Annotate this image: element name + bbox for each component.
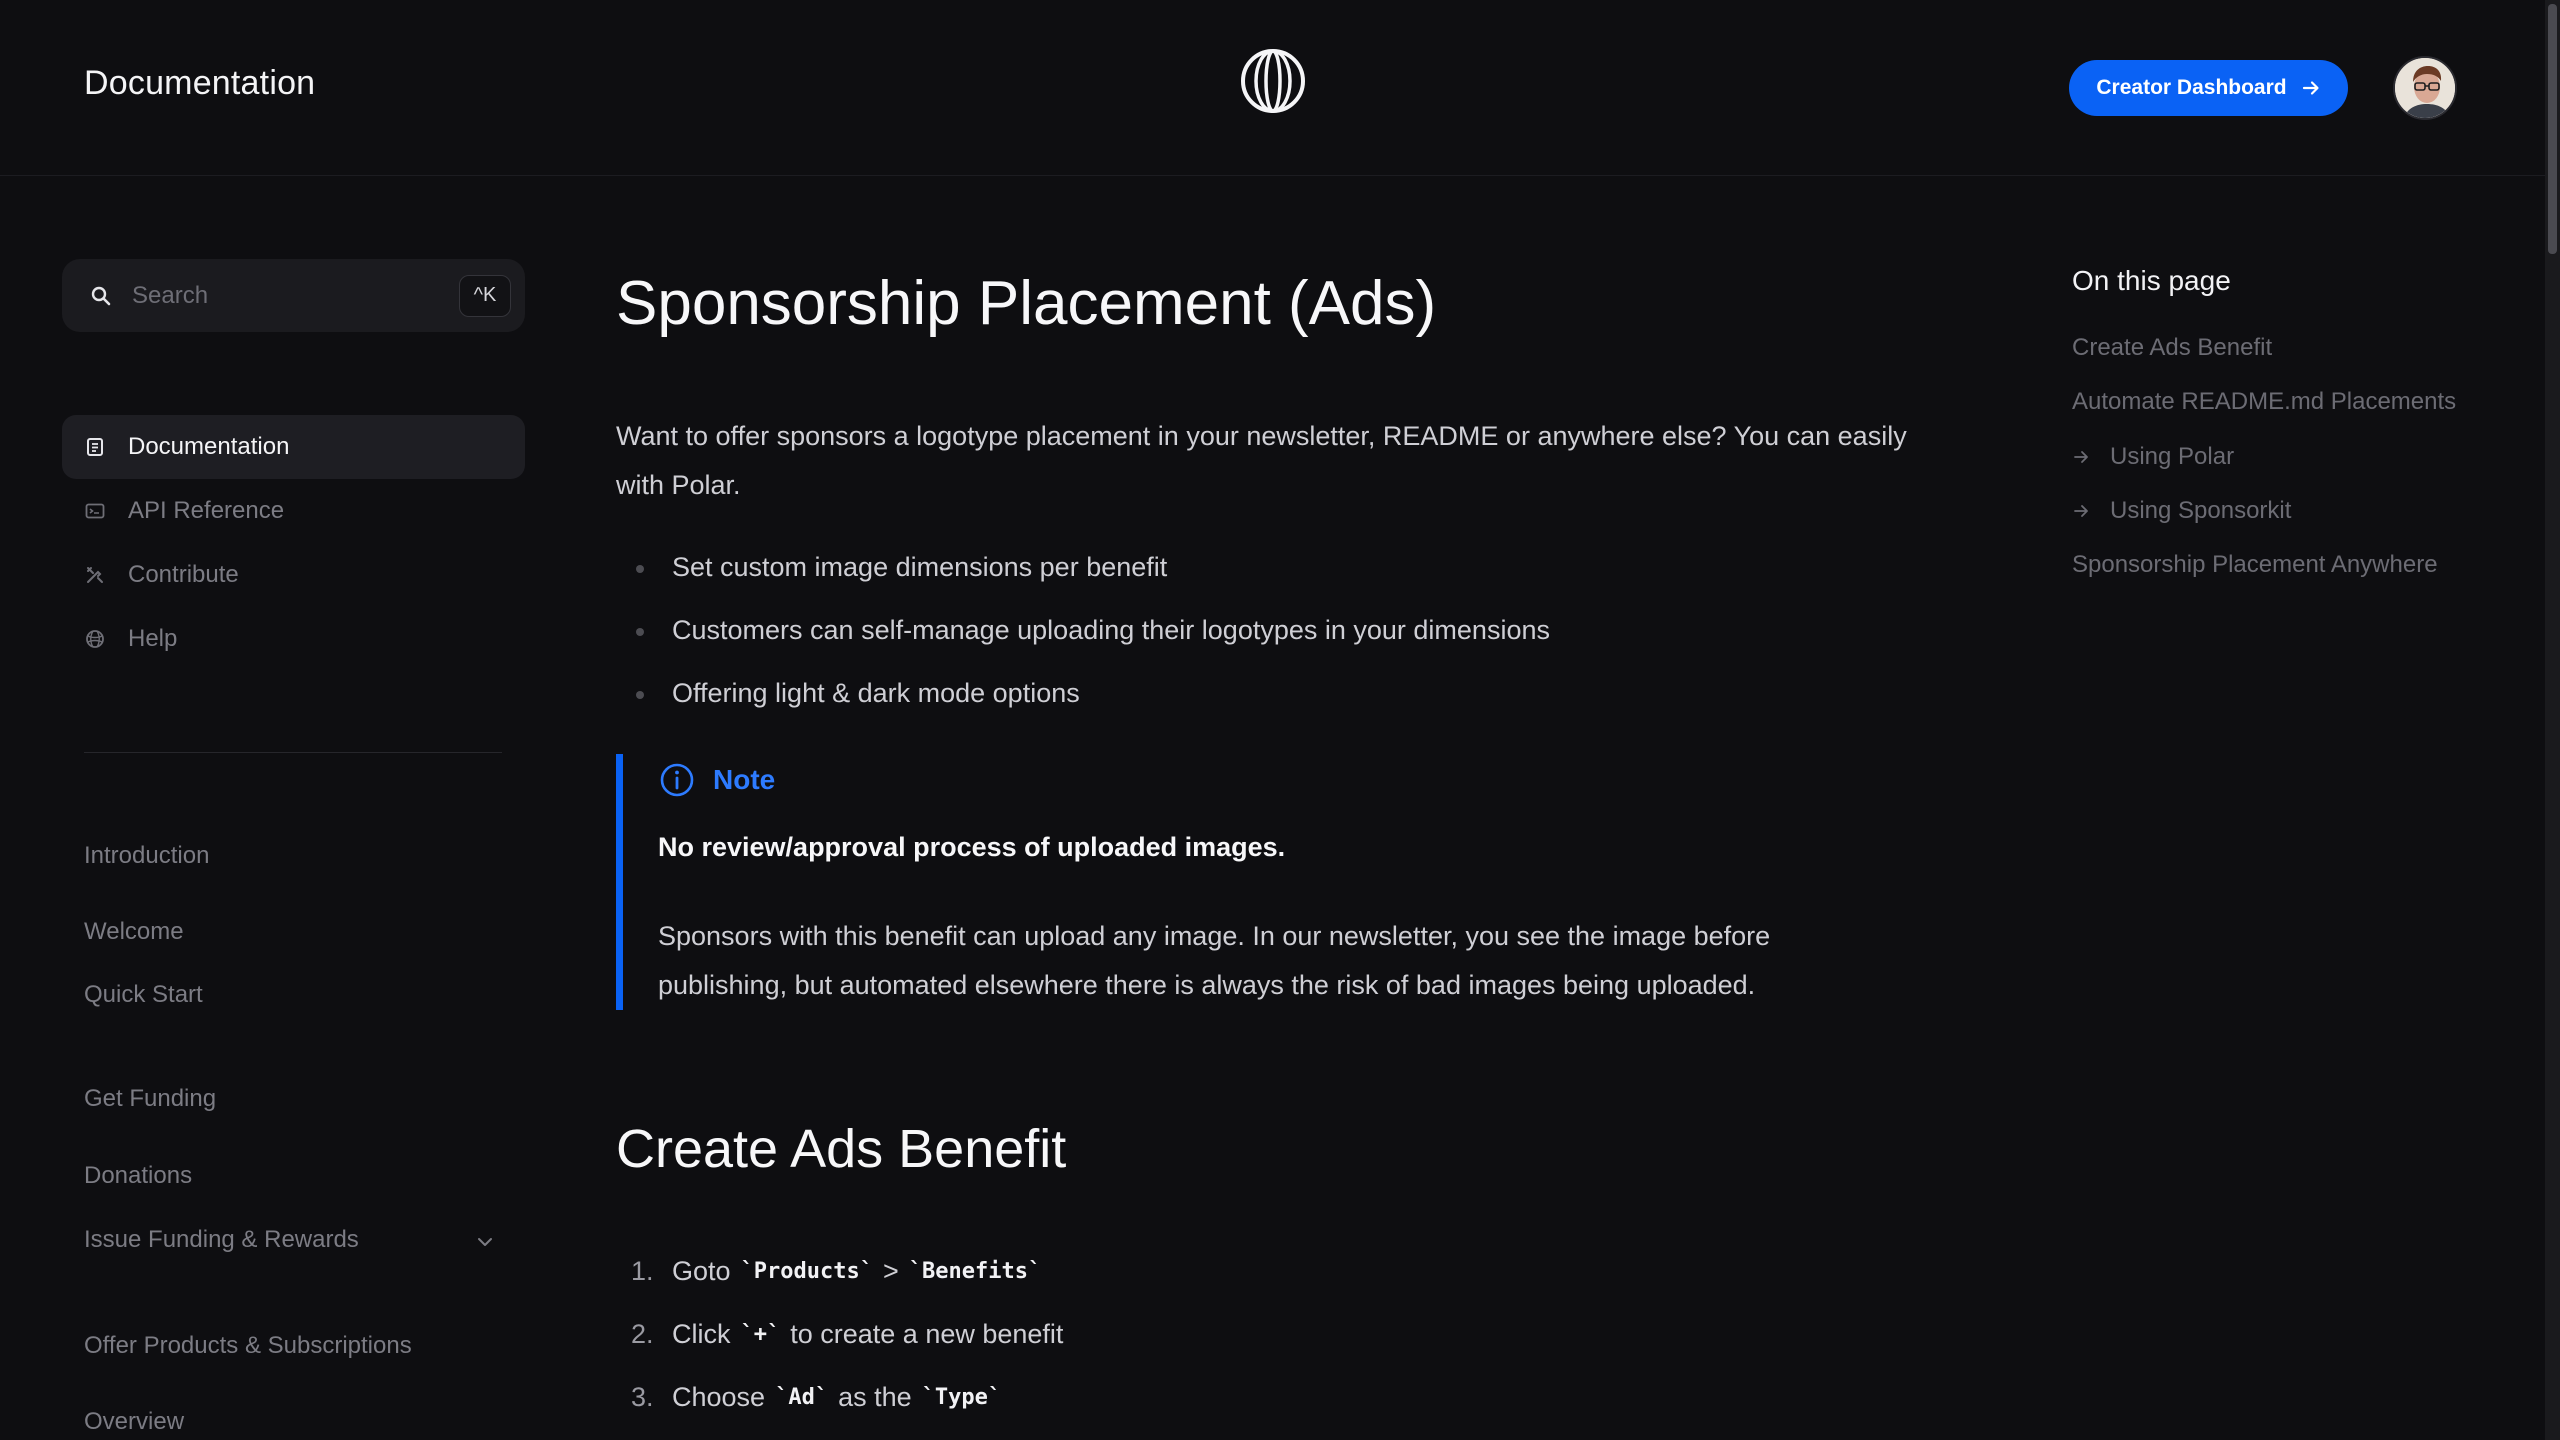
step-text: Goto xyxy=(672,1256,731,1286)
sidebar-item-contribute[interactable]: Contribute xyxy=(62,543,525,607)
sidebar-item-label: Help xyxy=(128,625,178,652)
section-heading-offer-products[interactable]: Offer Products & Subscriptions xyxy=(84,1332,412,1360)
terminal-icon xyxy=(85,503,105,519)
toc-item-label: Using Sponsorkit xyxy=(2110,497,2292,524)
sidebar-item-welcome[interactable]: Welcome xyxy=(84,918,184,946)
sidebar-item-donations[interactable]: Donations xyxy=(84,1162,192,1190)
sidebar-item-label: API Reference xyxy=(128,497,285,524)
arrow-right-icon xyxy=(2302,81,2319,95)
user-portrait-icon xyxy=(2395,58,2455,118)
sidebar-item-quick-start[interactable]: Quick Start xyxy=(84,981,203,1009)
article-title: Sponsorship Placement (Ads) xyxy=(616,269,1437,338)
toc-item-label: Create Ads Benefit xyxy=(2072,334,2273,361)
toc-item-placement-anywhere[interactable]: Sponsorship Placement Anywhere xyxy=(2072,551,2438,579)
document-icon xyxy=(87,438,103,456)
sidebar-item-label: Contribute xyxy=(128,561,239,588)
section-title: Create Ads Benefit xyxy=(616,1119,1067,1179)
search-box[interactable]: Search ^K xyxy=(62,259,525,332)
steps-list: 1. Goto `Products` > `Benefits` 2. Click… xyxy=(616,1240,1936,1429)
list-item: 2. Click `+` to create a new benefit xyxy=(616,1303,1936,1366)
search-shortcut-badge: ^K xyxy=(459,274,511,317)
top-header: Documentation Creator Dashboard xyxy=(0,0,2545,176)
polar-logo-icon[interactable] xyxy=(1240,48,1306,114)
toc-item-automate-readme[interactable]: Automate README.md Placements xyxy=(2072,388,2456,416)
sidebar-divider xyxy=(84,752,502,753)
list-item: Set custom image dimensions per benefit xyxy=(616,542,1936,605)
sidebar-item-issue-funding[interactable]: Issue Funding & Rewards xyxy=(84,1226,359,1254)
search-placeholder: Search xyxy=(132,281,209,309)
scrollbar-thumb[interactable] xyxy=(2548,4,2557,254)
arrow-right-icon xyxy=(2074,451,2088,463)
note-callout: Note No review/approval process of uploa… xyxy=(616,754,1936,1010)
creator-dashboard-button[interactable]: Creator Dashboard xyxy=(2069,60,2348,116)
note-body: Sponsors with this benefit can upload an… xyxy=(658,921,1771,1000)
page-title[interactable]: Documentation xyxy=(84,64,315,103)
step-text: as the xyxy=(838,1382,912,1412)
sidebar-item-help[interactable]: Help xyxy=(62,607,525,671)
sidebar-item-api-reference[interactable]: API Reference xyxy=(62,479,525,543)
toc-item-using-polar[interactable]: Using Polar xyxy=(2072,443,2234,471)
sidebar-item-documentation[interactable]: Documentation xyxy=(62,415,525,479)
info-icon xyxy=(660,763,694,797)
toc-title: On this page xyxy=(2072,265,2231,296)
step-text: Click xyxy=(672,1319,731,1349)
tools-icon xyxy=(87,567,103,583)
inline-code: `Type` xyxy=(921,1385,1002,1410)
intro-paragraph: Want to offer sponsors a logotype placem… xyxy=(616,421,1907,500)
list-item: 1. Goto `Products` > `Benefits` xyxy=(616,1240,1936,1303)
inline-code: `Benefits` xyxy=(908,1259,1042,1284)
toc-item-label: Automate README.md Placements xyxy=(2072,388,2457,415)
inline-code: `Ad` xyxy=(775,1385,829,1410)
creator-dashboard-label: Creator Dashboard xyxy=(2096,76,2287,99)
arrow-right-icon xyxy=(2074,505,2088,517)
section-heading-introduction[interactable]: Introduction xyxy=(84,842,209,870)
section-heading-get-funding[interactable]: Get Funding xyxy=(84,1085,216,1113)
feature-list: Set custom image dimensions per benefit … xyxy=(616,542,1936,731)
globe-icon xyxy=(86,630,104,648)
list-item: Customers can self-manage uploading thei… xyxy=(616,605,1936,668)
step-text: to create a new benefit xyxy=(790,1319,1064,1349)
avatar[interactable] xyxy=(2393,56,2457,120)
step-text: > xyxy=(883,1256,899,1286)
step-text: Choose xyxy=(672,1382,766,1412)
inline-code: `Products` xyxy=(740,1259,873,1284)
list-item: Offering light & dark mode options xyxy=(616,668,1936,731)
toc-item-using-sponsorkit[interactable]: Using Sponsorkit xyxy=(2072,497,2291,525)
sidebar-item-label: Documentation xyxy=(128,433,290,460)
toc-item-create-ads-benefit[interactable]: Create Ads Benefit xyxy=(2072,334,2272,362)
chevron-down-icon[interactable] xyxy=(474,1231,496,1253)
step-number: 1. xyxy=(631,1256,654,1286)
sidebar-item-overview[interactable]: Overview xyxy=(84,1408,184,1436)
primary-nav: Documentation API Reference Contribute H… xyxy=(62,415,525,671)
note-title: Note xyxy=(713,764,776,795)
list-item: 3. Choose `Ad` as the `Type` xyxy=(616,1366,1936,1429)
note-emphasis: No review/approval process of uploaded i… xyxy=(658,832,1286,862)
toc-item-label: Using Polar xyxy=(2110,443,2235,470)
step-number: 3. xyxy=(631,1382,654,1412)
note-header: Note xyxy=(659,762,775,798)
search-icon xyxy=(91,286,111,305)
inline-code: `+` xyxy=(740,1322,781,1347)
toc-item-label: Sponsorship Placement Anywhere xyxy=(2072,551,2438,578)
page-scrollbar[interactable] xyxy=(2545,0,2560,1440)
step-number: 2. xyxy=(631,1319,654,1349)
